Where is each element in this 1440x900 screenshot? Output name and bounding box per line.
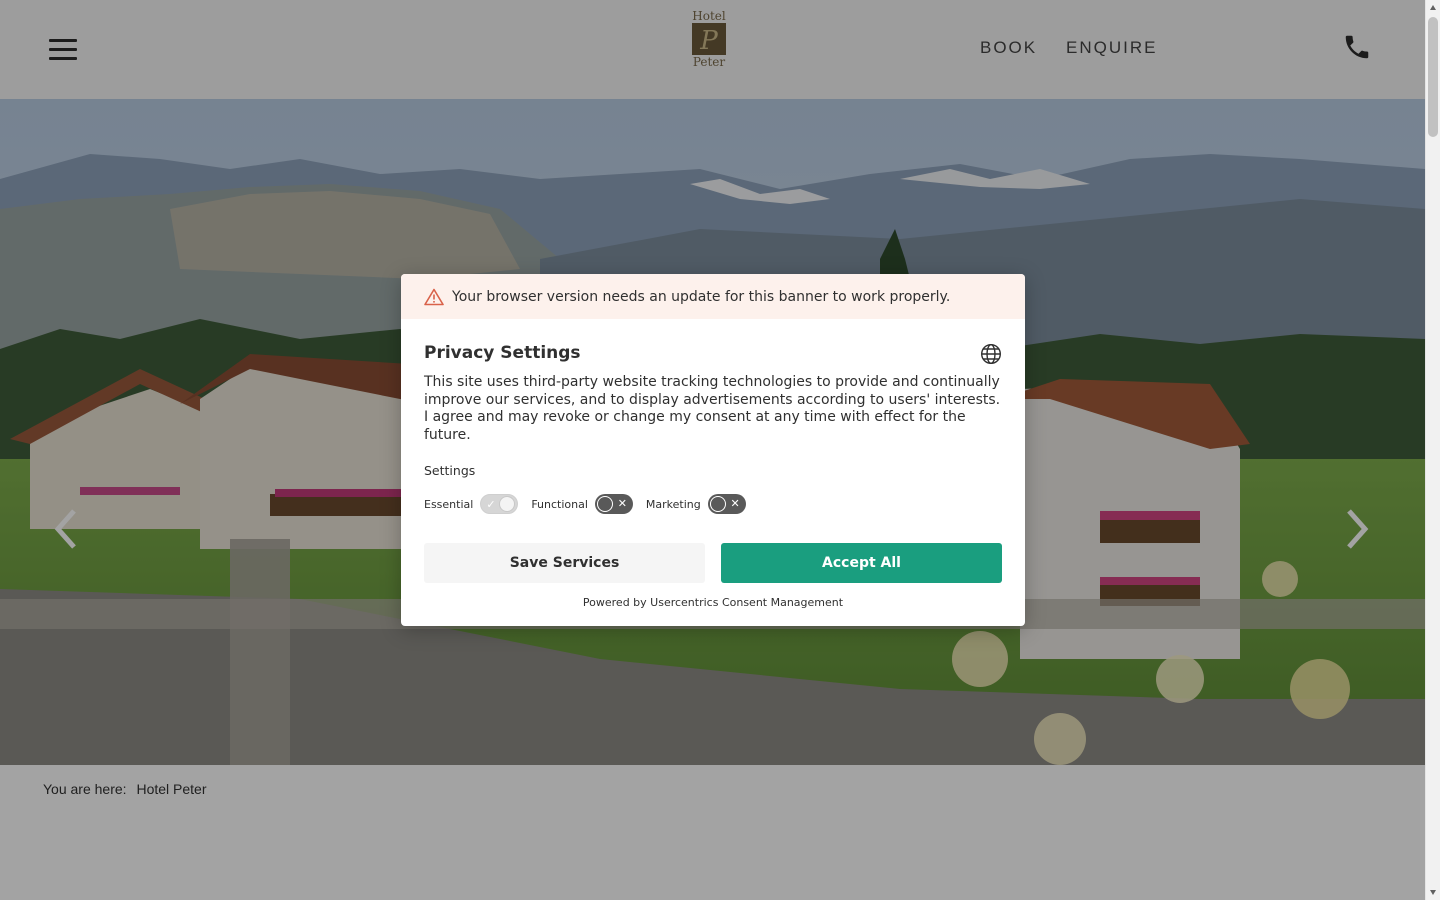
marketing-switch[interactable]: ✕ xyxy=(707,494,746,514)
scroll-down-icon[interactable] xyxy=(1426,885,1440,900)
dialog-title: Privacy Settings xyxy=(424,343,581,363)
toggle-functional: Functional ✕ xyxy=(531,494,633,514)
settings-label: Settings xyxy=(424,463,476,478)
warning-text: Your browser version needs an update for… xyxy=(452,288,951,305)
browser-warning-banner: Your browser version needs an update for… xyxy=(401,274,1025,319)
scroll-up-icon[interactable] xyxy=(1426,0,1440,15)
dialog-description: This site uses third-party website track… xyxy=(424,374,1001,443)
toggle-label-functional: Functional xyxy=(531,497,588,511)
service-toggles: Essential ✓ Functional ✕ Marketing ✕ xyxy=(424,494,1002,514)
toggle-essential: Essential ✓ xyxy=(424,494,519,514)
globe-icon[interactable] xyxy=(980,343,1002,365)
powered-by-link[interactable]: Powered by Usercentrics Consent Manageme… xyxy=(424,596,1002,609)
x-icon: ✕ xyxy=(617,497,627,510)
toggle-marketing: Marketing ✕ xyxy=(646,494,746,514)
toggle-label-essential: Essential xyxy=(424,497,474,511)
save-services-button[interactable]: Save Services xyxy=(424,543,705,583)
page-scrollbar[interactable] xyxy=(1425,0,1440,900)
warning-icon xyxy=(424,288,444,305)
functional-switch[interactable]: ✕ xyxy=(594,494,633,514)
essential-switch: ✓ xyxy=(480,494,519,514)
accept-all-button[interactable]: Accept All xyxy=(721,543,1002,583)
check-icon: ✓ xyxy=(486,498,496,511)
dialog-buttons: Save Services Accept All xyxy=(424,543,1002,583)
toggle-label-marketing: Marketing xyxy=(645,497,701,511)
privacy-consent-dialog: Your browser version needs an update for… xyxy=(401,274,1025,626)
x-icon: ✕ xyxy=(730,497,740,510)
scrollbar-thumb[interactable] xyxy=(1428,17,1438,137)
